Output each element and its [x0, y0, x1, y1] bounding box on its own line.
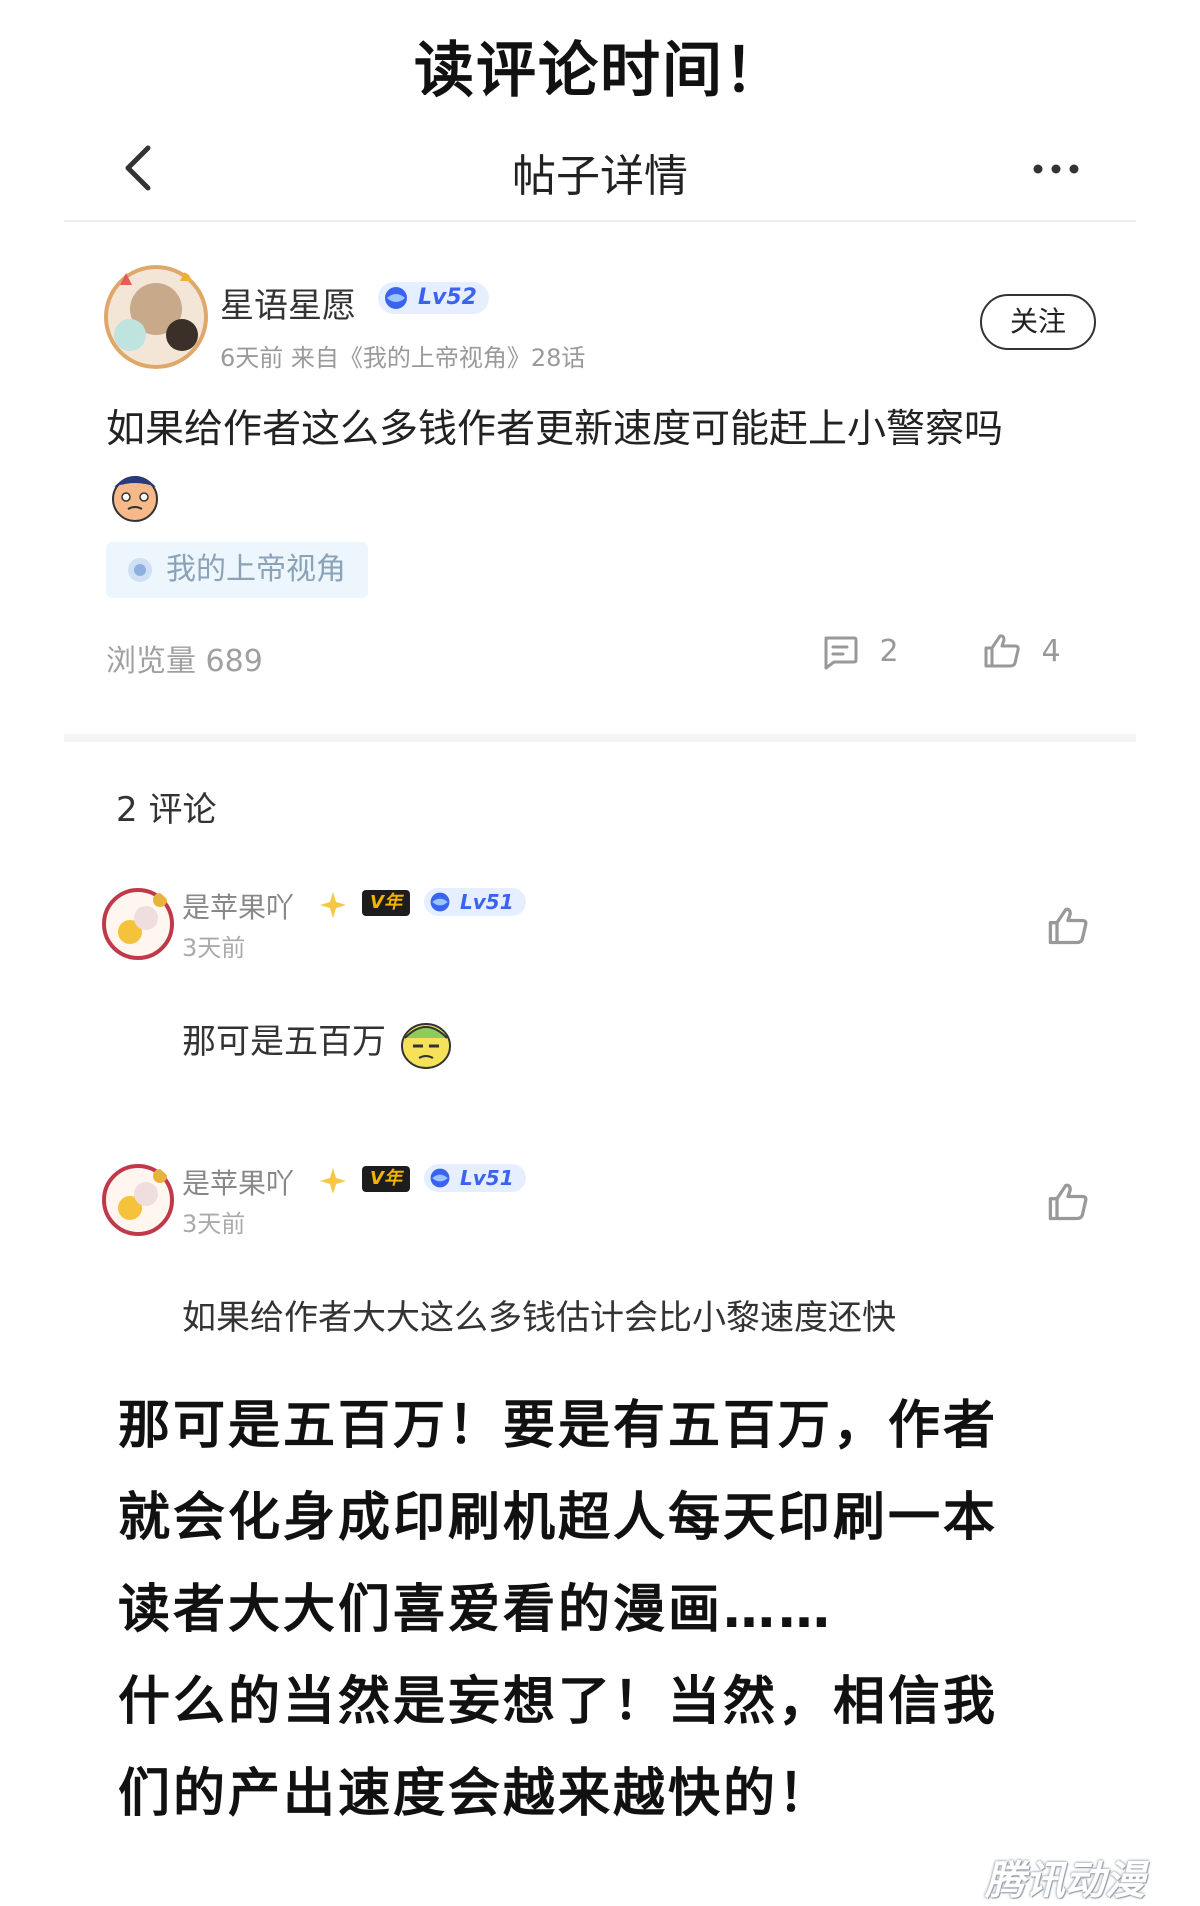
comment-item: 是苹果吖 V年 Lv51 3天前 那可是五百万	[100, 886, 1100, 1069]
page: 读评论时间！ 帖子详情 星语星愿 Lv52 6天前 来自《我的上帝视角》28话 …	[0, 0, 1200, 1906]
more-button[interactable]	[1026, 144, 1086, 194]
topic-dot-icon	[128, 558, 152, 582]
commenter-name[interactable]: 是苹果吖	[182, 1162, 294, 1202]
topic-tag[interactable]: 我的上帝视角	[106, 542, 368, 598]
comment-time: 3天前	[182, 1210, 246, 1238]
author-note: 那可是五百万！要是有五百万，作者 就会化身成印刷机超人每天印刷一本 读者大大们喜…	[118, 1380, 1098, 1840]
comment-text: 那可是五百万	[182, 1014, 455, 1072]
author-note-line: 就会化身成印刷机超人每天印刷一本	[118, 1488, 999, 1548]
commenter-name[interactable]: 是苹果吖	[182, 886, 294, 926]
comment-time: 3天前	[182, 934, 246, 962]
level-text: Lv52	[418, 285, 477, 310]
level-badge: Lv51	[424, 1164, 526, 1192]
comment-count: 2	[879, 633, 899, 669]
author-note-line: 那可是五百万！要是有五百万，作者	[118, 1396, 999, 1456]
view-count: 浏览量 689	[106, 644, 263, 679]
comment-text: 如果给作者大大这么多钱估计会比小黎速度还快	[182, 1298, 896, 1338]
section-divider	[64, 734, 1136, 742]
author-note-line: 读者大大们喜爱看的漫画……	[118, 1580, 834, 1640]
like-stat-button[interactable]: 4	[982, 632, 1061, 670]
author-note-line: 什么的当然是妄想了！当然，相信我	[118, 1672, 999, 1732]
comment-like-icon[interactable]	[1046, 904, 1090, 948]
top-nav-bar: 帖子详情	[64, 120, 1136, 222]
sparkle-icon	[320, 1168, 346, 1194]
vip-badge: V年	[362, 1166, 410, 1192]
topic-label: 我的上帝视角	[166, 552, 346, 587]
banner-title: 读评论时间！	[414, 36, 786, 106]
level-badge: Lv52	[378, 282, 489, 314]
follow-button[interactable]: 关注	[980, 294, 1096, 350]
sparkle-icon	[320, 892, 346, 918]
like-count: 4	[1041, 633, 1061, 669]
level-badge: Lv51	[424, 888, 526, 916]
level-globe-icon	[430, 1168, 450, 1188]
comment-body: 那可是五百万	[182, 1022, 386, 1062]
comments-header: 2 评论	[116, 790, 217, 830]
commenter-avatar[interactable]	[100, 886, 176, 962]
post-meta: 6天前 来自《我的上帝视角》28话	[220, 344, 586, 372]
post-body-text: 如果给作者这么多钱作者更新速度可能赶上小警察吗	[106, 407, 1004, 452]
level-globe-icon	[385, 287, 407, 309]
level-globe-icon	[430, 892, 450, 912]
author-avatar[interactable]	[100, 265, 212, 369]
thumbs-up-icon	[984, 634, 1020, 668]
more-dots-icon	[1033, 164, 1079, 174]
post-body: 如果给作者这么多钱作者更新速度可能赶上小警察吗	[106, 398, 1066, 526]
comment-like-icon[interactable]	[1046, 1180, 1090, 1224]
comment-item: 是苹果吖 V年 Lv51 3天前 如果给作者大大这么多钱估计会比小黎速度还快	[100, 1162, 1100, 1342]
vip-badge: V年	[362, 890, 410, 916]
level-text: Lv51	[460, 1166, 514, 1190]
author-note-line: 们的产出速度会越来越快的！	[118, 1764, 834, 1824]
emoji-sticker	[400, 1022, 451, 1069]
emoji-sticker	[112, 475, 158, 522]
commenter-avatar[interactable]	[100, 1162, 176, 1238]
level-text: Lv51	[460, 890, 514, 914]
comment-stat-button[interactable]: 2	[820, 632, 899, 670]
watermark-logo: 腾讯动漫	[985, 1858, 1145, 1904]
author-name[interactable]: 星语星愿	[220, 278, 356, 327]
page-title: 帖子详情	[512, 151, 688, 202]
comment-icon	[824, 636, 858, 670]
